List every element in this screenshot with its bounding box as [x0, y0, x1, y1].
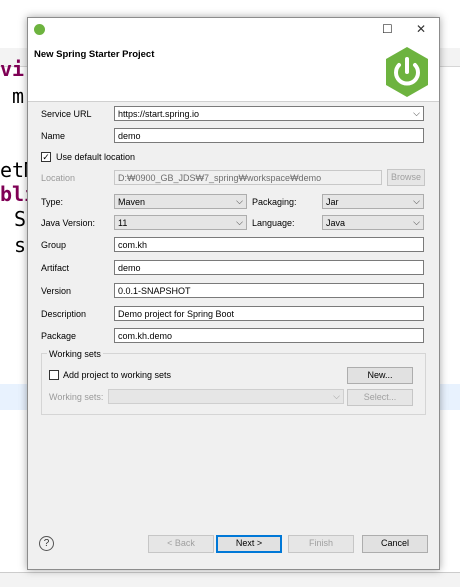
browse-button[interactable]: Browse [387, 169, 425, 186]
description-input[interactable]: Demo project for Spring Boot [114, 306, 424, 321]
use-default-location-checkbox[interactable]: ✓ [41, 152, 51, 162]
help-icon[interactable]: ? [39, 536, 54, 551]
java-version-label: Java Version: [41, 218, 96, 228]
type-select[interactable]: Maven ⌵ [114, 194, 247, 209]
service-url-value: https://start.spring.io [118, 109, 200, 119]
wizard-title: New Spring Starter Project [34, 49, 155, 60]
chevron-down-icon: ⌵ [236, 196, 243, 206]
code-fragment: vi [0, 57, 25, 81]
wizard-banner: New Spring Starter Project [28, 43, 439, 102]
java-version-select[interactable]: 11 ⌵ [114, 215, 247, 230]
artifact-input[interactable]: demo [114, 260, 424, 275]
chevron-down-icon: ⌵ [413, 108, 420, 118]
chevron-down-icon: ⌵ [333, 391, 340, 401]
code-fragment: s [14, 233, 27, 257]
close-button[interactable]: ✕ [416, 22, 426, 36]
new-spring-starter-dialog: ☐ ✕ New Spring Starter Project Service U… [27, 17, 440, 570]
package-label: Package [41, 331, 77, 341]
bottom-panel-bar [0, 572, 460, 587]
location-input[interactable]: D:₩0900_GB_JDS₩7_spring₩workspace₩demo [114, 170, 382, 185]
name-input[interactable]: demo [114, 128, 424, 143]
code-fragment: S [14, 207, 27, 231]
language-value: Java [326, 218, 346, 228]
packaging-select[interactable]: Jar ⌵ [322, 194, 424, 209]
working-sets-select[interactable]: ⌵ [108, 389, 344, 404]
spring-power-icon [386, 47, 428, 97]
type-value: Maven [118, 197, 146, 207]
version-label: Version [41, 286, 72, 296]
language-label: Language: [252, 218, 295, 228]
back-button[interactable]: < Back [148, 535, 214, 553]
chevron-down-icon: ⌵ [413, 196, 420, 206]
packaging-label: Packaging: [252, 197, 297, 207]
location-label: Location [41, 173, 76, 183]
new-working-set-button[interactable]: New... [347, 367, 413, 384]
description-label: Description [41, 309, 87, 319]
name-label: Name [41, 131, 66, 141]
chevron-down-icon: ⌵ [413, 217, 420, 227]
group-label: Group [41, 240, 67, 250]
working-sets-group-label: Working sets [47, 349, 103, 359]
use-default-location-label: Use default location [56, 152, 136, 162]
java-version-value: 11 [118, 218, 128, 228]
group-input[interactable]: com.kh [114, 237, 424, 252]
service-url-label: Service URL [41, 109, 92, 119]
artifact-label: Artifact [41, 263, 70, 273]
version-input[interactable]: 0.0.1-SNAPSHOT [114, 283, 424, 298]
spring-app-icon [34, 24, 45, 35]
select-working-sets-button[interactable]: Select... [347, 389, 413, 406]
add-to-working-sets-label: Add project to working sets [63, 370, 172, 380]
working-sets-label: Working sets: [49, 392, 104, 402]
next-button[interactable]: Next > [216, 535, 282, 553]
code-fragment: m [12, 84, 25, 108]
maximize-button[interactable]: ☐ [382, 22, 393, 36]
dialog-titlebar: ☐ ✕ [28, 18, 439, 43]
packaging-value: Jar [326, 197, 339, 207]
cancel-button[interactable]: Cancel [362, 535, 428, 553]
service-url-combo[interactable]: https://start.spring.io ⌵ [114, 106, 424, 121]
package-input[interactable]: com.kh.demo [114, 328, 424, 343]
language-select[interactable]: Java ⌵ [322, 215, 424, 230]
finish-button[interactable]: Finish [288, 535, 354, 553]
add-to-working-sets-checkbox[interactable] [49, 370, 59, 380]
type-label: Type: [41, 197, 64, 207]
chevron-down-icon: ⌵ [236, 217, 243, 227]
